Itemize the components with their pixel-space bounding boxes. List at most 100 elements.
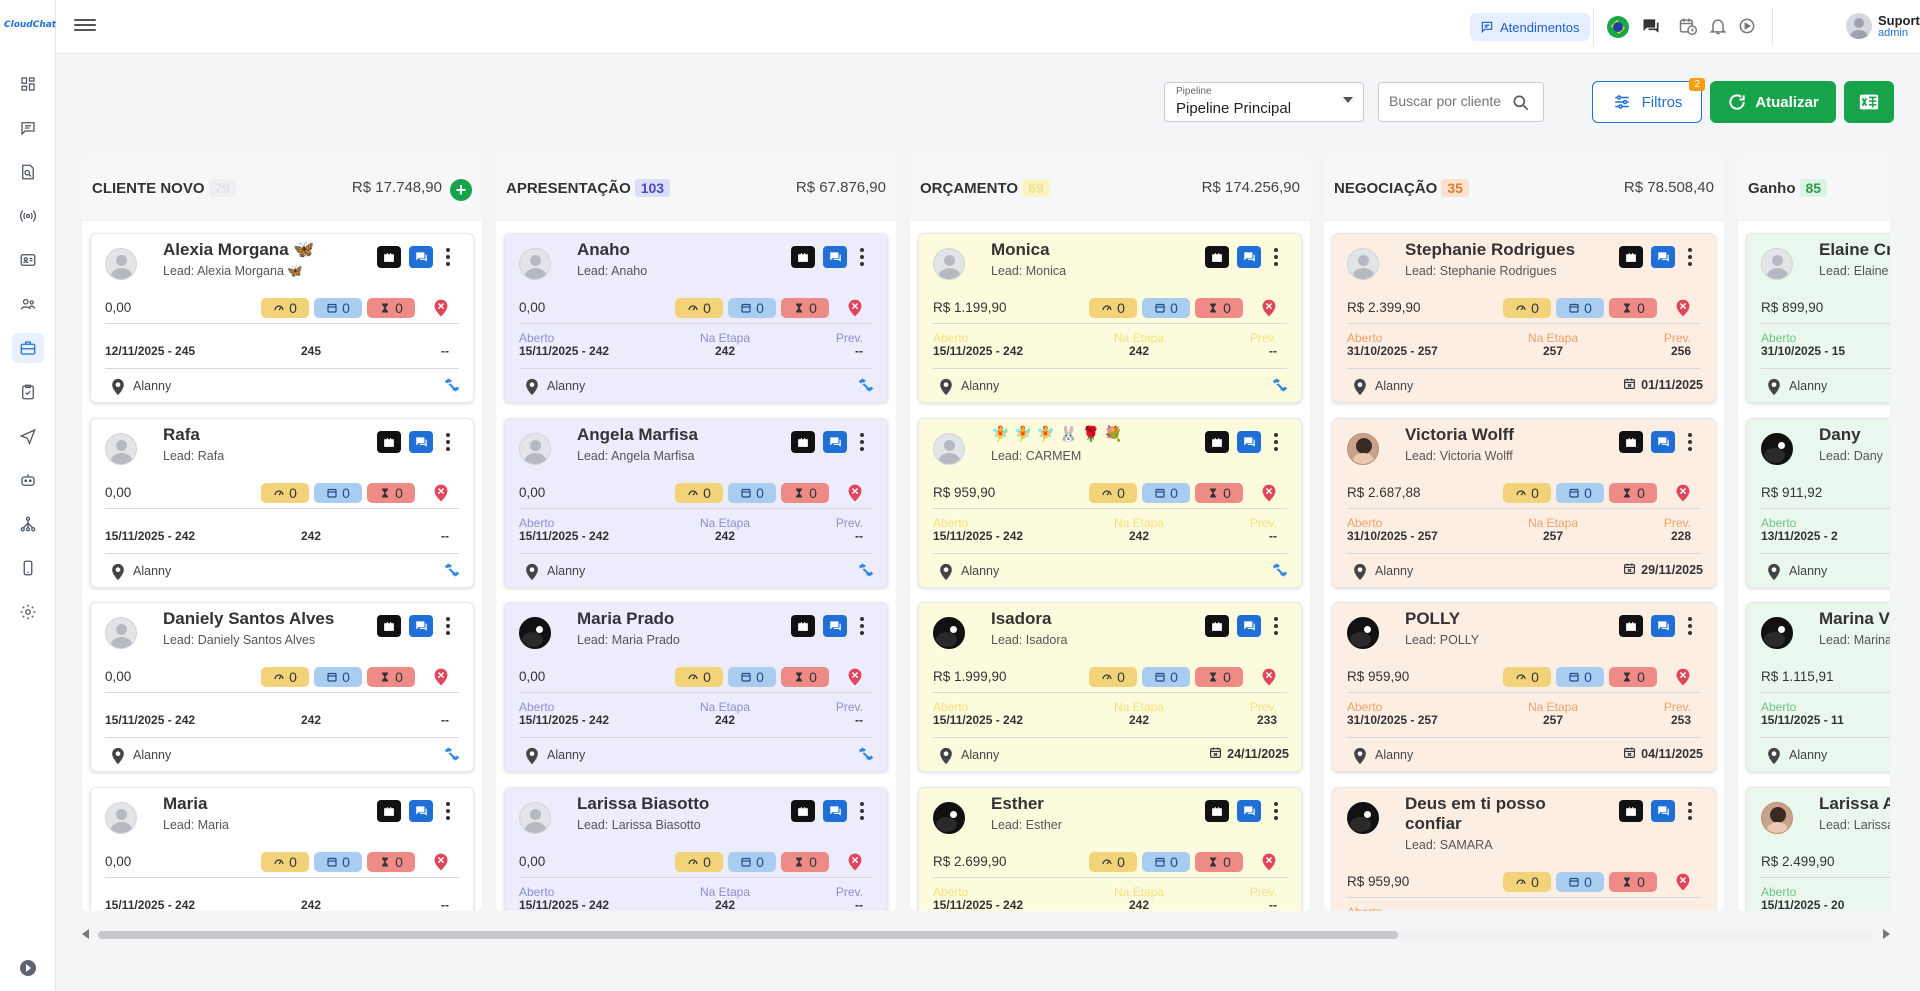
handshake-icon[interactable] <box>443 746 461 762</box>
tasks-counter[interactable]: 0 <box>1503 872 1551 892</box>
more-options-icon[interactable] <box>855 800 869 822</box>
events-counter[interactable]: 0 <box>728 667 776 687</box>
overdue-counter[interactable]: 0 <box>1609 872 1657 892</box>
due-date[interactable]: 04/11/2025 <box>1623 746 1703 762</box>
due-date[interactable]: 29/11/2025 <box>1623 562 1703 578</box>
search-doc-icon[interactable] <box>12 157 44 187</box>
broadcast-icon[interactable] <box>12 201 44 231</box>
card-name[interactable]: Isadora <box>991 609 1191 629</box>
tasks-counter[interactable]: 0 <box>1089 483 1137 503</box>
card-name[interactable]: Daniely Santos Alves <box>163 609 363 629</box>
overdue-counter[interactable]: 0 <box>1609 298 1657 318</box>
events-counter[interactable]: 0 <box>1142 852 1190 872</box>
more-options-icon[interactable] <box>1269 800 1283 822</box>
handshake-icon[interactable] <box>857 746 875 762</box>
chat-button[interactable] <box>409 615 433 637</box>
deal-card[interactable]: Victoria Wolff Lead: Victoria Wolff R$ 2.6… <box>1332 418 1716 588</box>
chat-button[interactable] <box>1237 800 1261 822</box>
chat-button[interactable] <box>823 246 847 268</box>
lost-location-icon[interactable] <box>1675 484 1691 502</box>
card-name[interactable]: POLLY <box>1405 609 1605 629</box>
add-card-button[interactable]: + <box>450 179 472 201</box>
briefcase-button[interactable] <box>1619 431 1643 453</box>
lost-location-icon[interactable] <box>433 853 449 871</box>
chat-button[interactable] <box>1651 246 1675 268</box>
chat-icon[interactable] <box>12 113 44 143</box>
chat-button[interactable] <box>823 615 847 637</box>
tasks-counter[interactable]: 0 <box>1089 298 1137 318</box>
briefcase-button[interactable] <box>377 615 401 637</box>
deal-card[interactable]: Angela Marfisa Lead: Angela Marfisa 0,00 0 0… <box>504 418 888 588</box>
card-name[interactable]: Anaho <box>577 240 777 260</box>
chat-button[interactable] <box>1651 615 1675 637</box>
user-avatar[interactable] <box>1846 13 1872 39</box>
lost-location-icon[interactable] <box>1675 668 1691 686</box>
deal-card[interactable]: Daniely Santos Alves Lead: Daniely Santos… <box>90 602 474 772</box>
card-name[interactable]: Maria <box>163 794 363 814</box>
events-counter[interactable]: 0 <box>728 852 776 872</box>
briefcase-button[interactable] <box>1205 615 1229 637</box>
send-icon[interactable] <box>12 421 44 451</box>
briefcase-button[interactable] <box>791 615 815 637</box>
briefcase-button[interactable] <box>791 246 815 268</box>
card-name[interactable]: Larissa A <box>1819 794 1890 814</box>
card-name[interactable]: Esther <box>991 794 1191 814</box>
refresh-button[interactable]: Atualizar <box>1710 81 1836 123</box>
bell-icon[interactable] <box>1706 14 1730 38</box>
more-options-icon[interactable] <box>1683 800 1697 822</box>
deal-card[interactable]: Alexia Morgana 🦋 Lead: Alexia Morgana 🦋 0,… <box>90 233 474 403</box>
more-options-icon[interactable] <box>1683 615 1697 637</box>
lost-location-icon[interactable] <box>1261 484 1277 502</box>
lost-location-icon[interactable] <box>433 668 449 686</box>
lost-location-icon[interactable] <box>1675 299 1691 317</box>
app-logo[interactable]: CloudChat <box>4 20 56 30</box>
lost-location-icon[interactable] <box>1675 873 1691 891</box>
deal-card[interactable]: DanyLead: DanyR$ 911,92000Aberto13/11/20… <box>1746 418 1890 588</box>
tasks-counter[interactable]: 0 <box>261 298 309 318</box>
card-name[interactable]: Deus em ti posso confiar <box>1405 794 1605 834</box>
menu-icon[interactable] <box>74 16 96 36</box>
handshake-icon[interactable] <box>443 377 461 393</box>
chat-button[interactable] <box>409 800 433 822</box>
tasks-counter[interactable]: 0 <box>1089 667 1137 687</box>
scroll-thumb[interactable] <box>98 931 1398 939</box>
overdue-counter[interactable]: 0 <box>781 483 829 503</box>
chat-button[interactable] <box>1651 431 1675 453</box>
overdue-counter[interactable]: 0 <box>1609 483 1657 503</box>
deal-card[interactable]: Larissa Biasotto Lead: Larissa Biasotto 0,… <box>504 787 888 911</box>
deal-card[interactable]: Maria Prado Lead: Maria Prado 0,00 0 0 0 Abert… <box>504 602 888 772</box>
horizontal-scrollbar[interactable] <box>82 926 1890 944</box>
deal-card[interactable]: Isadora Lead: Isadora R$ 1.999,90 0 0 0 Aberto… <box>918 602 1302 772</box>
chat-button[interactable] <box>823 431 847 453</box>
briefcase-button[interactable] <box>377 800 401 822</box>
overdue-counter[interactable]: 0 <box>367 483 415 503</box>
search-field[interactable] <box>1378 82 1544 122</box>
user-name[interactable]: Suporte <box>1878 13 1920 28</box>
briefcase-button[interactable] <box>1619 246 1643 268</box>
deal-card[interactable]: Maria Lead: Maria 0,00 0 0 0 15/11/2025 - 242 2… <box>90 787 474 911</box>
brazil-flag-icon[interactable] <box>1607 16 1629 38</box>
chat-button[interactable] <box>409 246 433 268</box>
export-excel-button[interactable] <box>1844 81 1894 123</box>
briefcase-button[interactable] <box>1205 246 1229 268</box>
briefcase-button[interactable] <box>1205 800 1229 822</box>
contact-card-icon[interactable] <box>12 245 44 275</box>
deal-card[interactable]: Elaine CriLead: Elaine CR$ 899,90000Aber… <box>1746 233 1890 403</box>
scroll-left-icon[interactable] <box>82 929 89 939</box>
card-name[interactable]: Larissa Biasotto <box>577 794 777 814</box>
lost-location-icon[interactable] <box>847 668 863 686</box>
tasks-counter[interactable]: 0 <box>675 667 723 687</box>
overdue-counter[interactable]: 0 <box>781 298 829 318</box>
more-options-icon[interactable] <box>1683 431 1697 453</box>
card-name[interactable]: Elaine Cri <box>1819 240 1890 260</box>
deal-card[interactable]: POLLY Lead: POLLY R$ 959,90 0 0 0 Aberto Na Eta… <box>1332 602 1716 772</box>
lost-location-icon[interactable] <box>433 484 449 502</box>
deal-card[interactable]: Stephanie Rodrigues Lead: Stephanie Rodri… <box>1332 233 1716 403</box>
more-options-icon[interactable] <box>1269 431 1283 453</box>
tasks-counter[interactable]: 0 <box>1503 667 1551 687</box>
lost-location-icon[interactable] <box>847 299 863 317</box>
events-counter[interactable]: 0 <box>1556 667 1604 687</box>
due-date[interactable]: 01/11/2025 <box>1623 377 1703 393</box>
due-date[interactable]: 24/11/2025 <box>1209 746 1289 762</box>
dashboard-icon[interactable] <box>12 69 44 99</box>
